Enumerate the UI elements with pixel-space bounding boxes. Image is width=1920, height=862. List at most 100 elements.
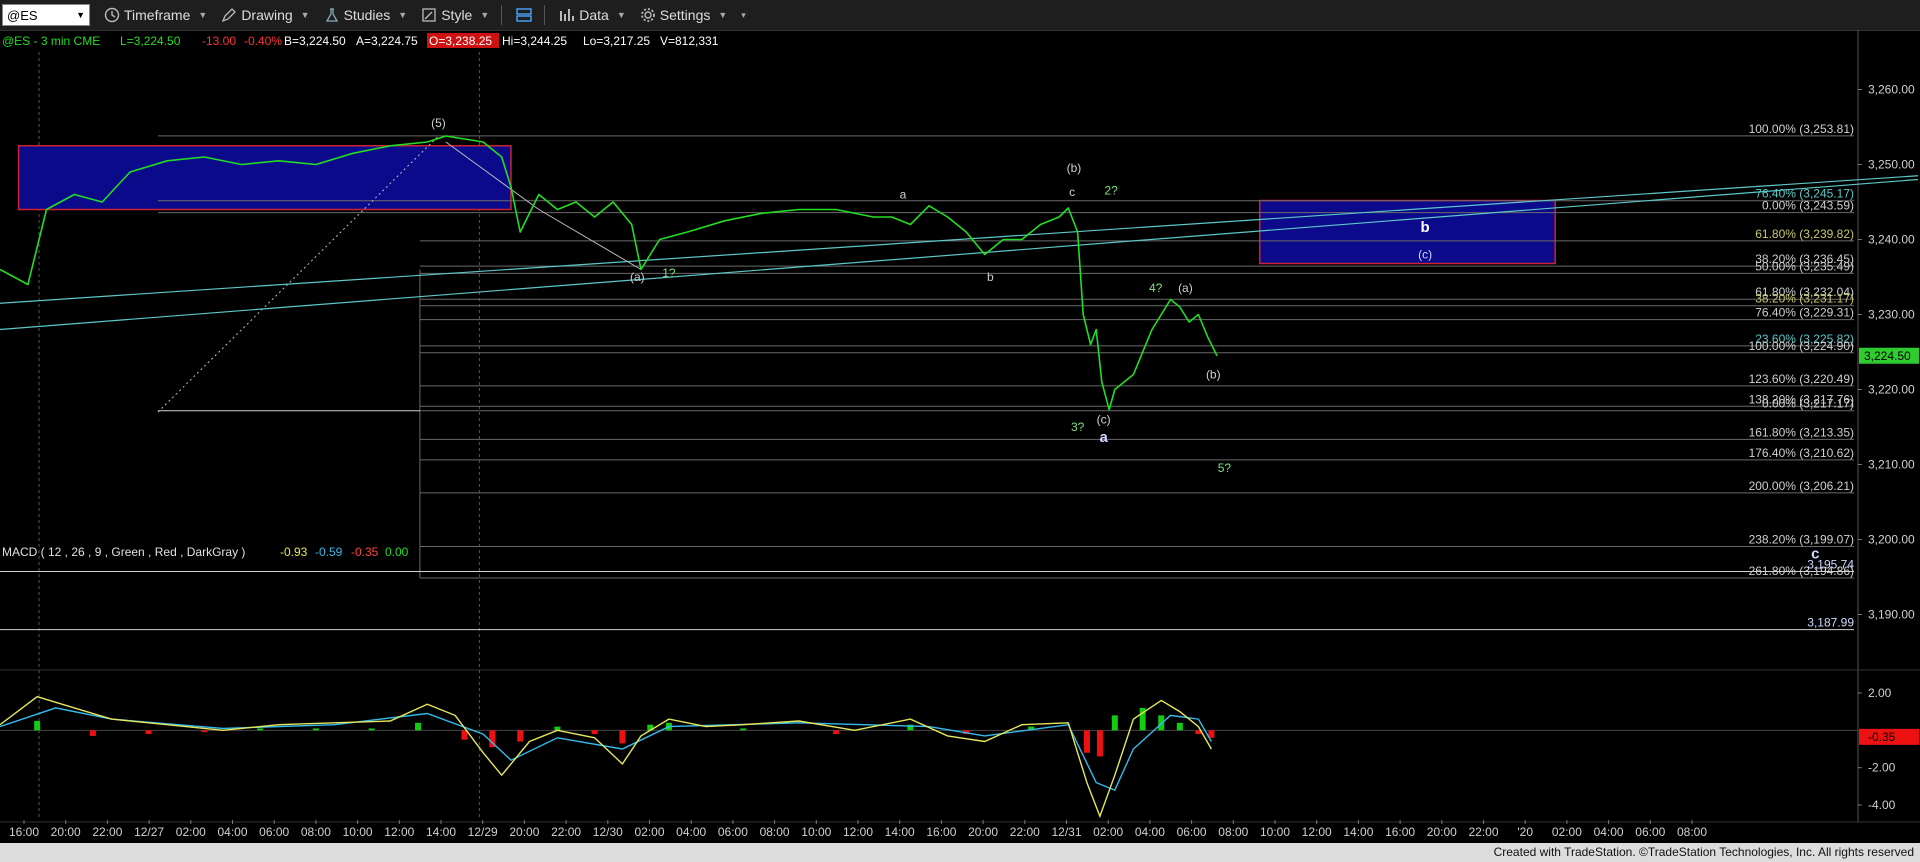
macd-y-tick-label: 2.00 [1868,686,1892,700]
clock-icon [104,7,120,23]
wave-connector [538,209,642,270]
x-tick-label: 14:00 [1343,825,1373,839]
macd-y-tick-label: -2.00 [1868,761,1896,775]
data-label: Data [579,7,609,23]
style-menu[interactable]: Style ▼ [421,7,489,23]
x-tick-label: 02:00 [634,825,664,839]
x-tick-label: 16:00 [9,825,39,839]
wave-label: a [1099,429,1108,446]
fib-label: 76.40% (3,229.31) [1755,306,1854,320]
price-axis[interactable]: 3,260.00 3,250.00 3,240.00 3,230.00 3,220.00… [1858,83,1919,622]
low-price: Lo=3,217.25 [583,34,650,48]
data-menu[interactable]: Data ▼ [559,7,626,23]
x-tick-label: 08:00 [301,825,331,839]
wave-label: b [1421,219,1430,236]
fib-label: 100.00% (3,224.90) [1749,339,1854,353]
drawing-label: Drawing [241,7,293,23]
macd-histogram-bar [1083,730,1090,753]
bid-price: B=3,224.50 [284,34,346,48]
drawing-menu[interactable]: Drawing ▼ [221,7,310,23]
layout-button[interactable] [516,7,532,23]
wave-label: a [900,187,907,201]
x-tick-label: 04:00 [217,825,247,839]
high-price: Hi=3,244.25 [502,34,567,48]
volume: V=812,331 [660,34,719,48]
symbol-selector[interactable]: @ES ▼ [2,4,90,26]
macd-histogram-bar [34,720,41,731]
pct-change: -0.40% [244,34,282,48]
x-tick-label: 08:00 [760,825,790,839]
macd-histogram-bar [89,730,96,736]
toolbar-divider [544,5,546,25]
x-tick-label: 20:00 [968,825,998,839]
x-tick-label: 20:00 [51,825,81,839]
chevron-down-icon: ▼ [76,10,85,20]
footer-credit: Created with TradeStation. ©TradeStation… [0,843,1920,862]
macd-histogram-bar [740,728,747,731]
wave-label: (a) [1178,281,1193,295]
wave-label: 4? [1149,281,1163,295]
quote-header: @ES - 3 min CME L=3,224.50 -13.00 -0.40%… [2,33,719,48]
wave-label: c [1069,185,1075,199]
x-tick-label: 22:00 [1468,825,1498,839]
macd-last-label: -0.35 [1868,730,1896,744]
wave-label: (5) [431,116,446,130]
y-tick-label: 3,230.00 [1868,308,1915,322]
y-tick-label: 3,220.00 [1868,383,1915,397]
macd-histogram-bar [517,730,524,742]
wave-label: 1? [662,266,676,280]
x-tick-label: 22:00 [1010,825,1040,839]
x-tick-label: 02:00 [1552,825,1582,839]
y-tick-label: 3,260.00 [1868,83,1915,97]
x-tick-label: 06:00 [718,825,748,839]
x-tick-label: '20 [1517,825,1533,839]
fib-label: 61.80% (3,239.82) [1755,227,1854,241]
open-price: O=3,238.25 [429,34,492,48]
y-tick-label: 3,240.00 [1868,233,1915,247]
x-tick-label: 12:00 [843,825,873,839]
macd-y-tick-label: -4.00 [1868,798,1896,812]
x-tick-label: 02:00 [176,825,206,839]
fib-label: 50.00% (3,235.49) [1755,259,1854,273]
x-tick-label: 04:00 [1135,825,1165,839]
caret-icon: ▼ [198,10,208,20]
caret-icon: ▼ [398,10,408,20]
x-tick-label: 08:00 [1218,825,1248,839]
y-tick-label: 3,210.00 [1868,458,1915,472]
studies-menu[interactable]: Studies ▼ [324,7,408,23]
x-tick-label: 12/27 [134,825,164,839]
chart-area[interactable]: @ES - 3 min CME L=3,224.50 -13.00 -0.40%… [0,30,1920,843]
timeframe-label: Timeframe [124,7,191,23]
x-tick-label: 10:00 [801,825,831,839]
more-caret-icon: ▾ [741,9,746,20]
toolbar-divider [501,5,503,25]
wave-label: b [987,270,994,284]
x-tick-label: 12/30 [593,825,623,839]
x-tick-label: 02:00 [1093,825,1123,839]
fib-label: 0.00% (3,217.17) [1762,397,1854,411]
fib-label: 100.00% (3,253.81) [1749,122,1854,136]
layout-icon [516,8,532,22]
settings-menu[interactable]: Settings ▼ ▾ [640,7,746,23]
style-label: Style [441,7,473,23]
macd-histogram-bar [619,730,626,744]
timeframe-menu[interactable]: Timeframe ▼ [104,7,207,23]
fib-label: 161.80% (3,213.35) [1749,425,1854,439]
macd-histogram-bar [1096,730,1103,757]
wave-labels: (5) (a) 1? a b (b) c 2? 4? (a) (b) (c) 3? a 5? b (c) c [431,116,1819,562]
macd-value: -0.93 [280,545,308,559]
pencil-icon [222,8,237,23]
style-icon [422,8,436,22]
bar-chart-icon [560,9,575,21]
wave-label: c [1811,545,1819,562]
x-tick-label: 12:00 [384,825,414,839]
wave-label: (b) [1206,367,1221,381]
time-axis[interactable]: 16:00 20:00 22:00 12/27 02:00 04:00 06:00 08:00… [9,820,1707,839]
fib-label: 0.00% (3,243.59) [1762,199,1854,213]
y-tick-label: 3,190.00 [1868,608,1915,622]
wave-label: 3? [1071,420,1085,434]
macd-histogram-bar [833,730,840,735]
x-tick-label: 16:00 [926,825,956,839]
x-tick-label: 20:00 [1427,825,1457,839]
macd-label: MACD ( 12 , 26 , 9 , Green , Red , DarkG… [2,545,245,559]
